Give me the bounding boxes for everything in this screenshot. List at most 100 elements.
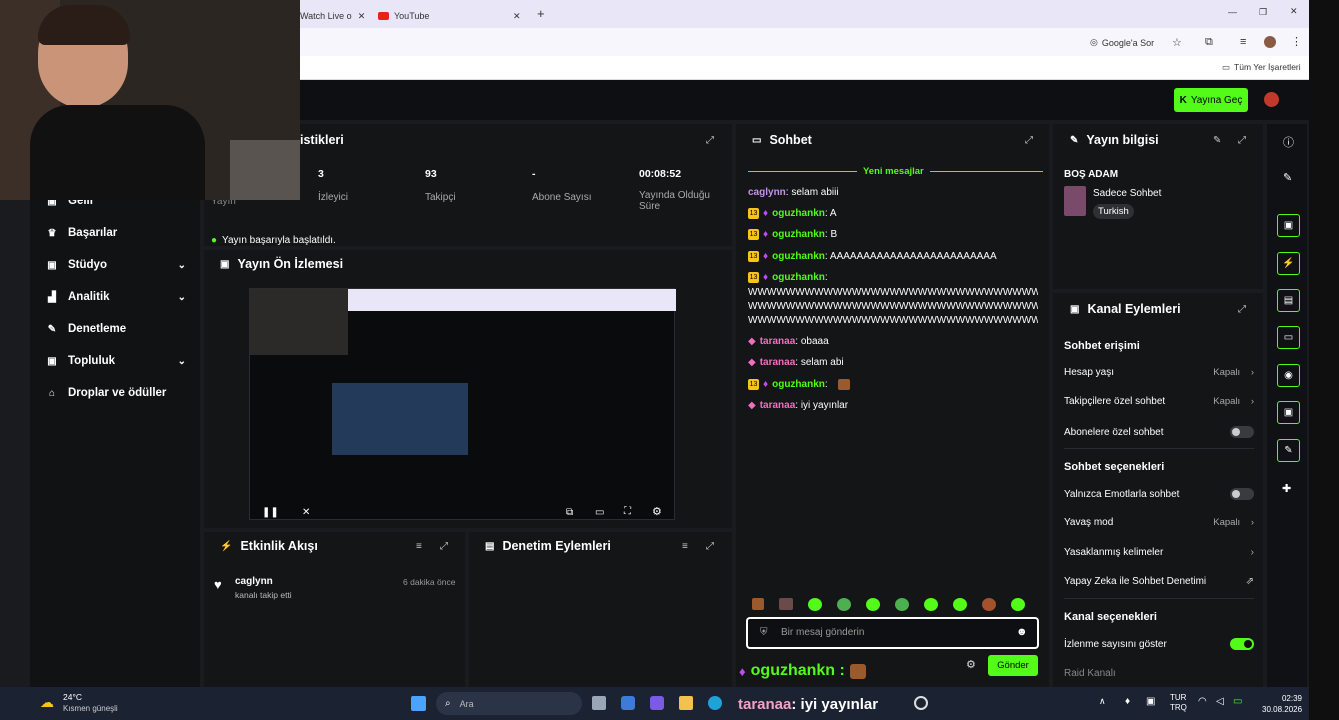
play-circle-icon[interactable]: ◉ [1277,364,1300,387]
banned-words-row[interactable]: Yasaklanmış kelimeler › [1064,547,1254,558]
emote-icon[interactable] [808,598,822,611]
chat-bubble-icon[interactable]: ▭ [1277,326,1300,349]
chat-username[interactable]: oguzhankn [772,251,825,262]
send-button[interactable]: Gönder [988,655,1038,676]
emote-icon[interactable] [895,598,909,611]
settings-icon[interactable]: ⚙ [652,505,662,518]
expand-icon[interactable]: ⤢ [706,541,714,552]
show-viewers-toggle[interactable] [1230,638,1254,650]
expand-icon[interactable]: ⤢ [1025,135,1033,146]
settings-icon[interactable]: ⚙ [966,658,976,671]
tray-icon[interactable]: ▣ [1146,696,1155,707]
emote-icon[interactable] [982,598,996,611]
video-icon[interactable]: ▣ [1277,214,1300,237]
chat-username[interactable]: taranaa [760,336,796,347]
sidebar-item-achievements[interactable]: ♛ Başarılar [46,223,186,243]
menu-icon[interactable]: ⋮ [1291,35,1302,48]
expand-icon[interactable]: ⤢ [1238,304,1246,315]
expand-icon[interactable]: ⤢ [1238,135,1246,146]
chat-username[interactable]: oguzhankn [772,229,825,240]
chat-username[interactable]: taranaa [760,357,796,368]
weather-temp[interactable]: 24°C [63,692,82,702]
emote-icon[interactable] [1011,598,1025,611]
copilot-icon[interactable] [650,696,664,710]
document-icon[interactable]: ▤ [1277,289,1300,312]
app-icon[interactable] [621,696,635,710]
mic-tray-icon[interactable]: ♦ [1125,696,1130,707]
followers-only-row[interactable]: Takipçilere özel sohbet Kapalı › [1064,396,1254,407]
sidebar-item-drops[interactable]: ⌂ Droplar ve ödüller [46,383,186,403]
chat-username[interactable]: taranaa [760,400,796,411]
puzzle-icon[interactable]: ✚ [1282,482,1291,495]
emote-icon[interactable] [779,598,793,610]
windows-start-icon[interactable] [411,696,426,711]
all-bookmarks[interactable]: ▭ Tüm Yer İşaretleri [1222,62,1301,73]
sidebar-item-community[interactable]: ▣ Topluluk ⌄ [46,351,186,371]
sidebar-item-moderation[interactable]: ✎ Denetleme [46,319,186,339]
close-icon[interactable]: ✕ [513,11,521,22]
mute-icon[interactable]: ✕ [302,507,310,518]
volume-icon[interactable]: ◁ [1216,696,1224,707]
file-explorer-icon[interactable] [679,696,693,710]
expand-icon[interactable]: ⤢ [706,135,714,146]
edit-icon[interactable]: ✎ [1213,135,1221,146]
emote-only-toggle[interactable] [1230,488,1254,500]
fullscreen-icon[interactable]: ⛶ [624,506,631,517]
lightning-icon[interactable]: ⚡ [1277,252,1300,275]
close-icon[interactable]: ✕ [358,11,366,22]
pip-icon[interactable]: ⧉ [566,507,573,518]
chat-username[interactable]: oguzhankn [772,208,825,219]
pause-icon[interactable]: ❚❚ [262,507,279,518]
theater-icon[interactable]: ▭ [595,507,604,518]
extensions-icon[interactable]: ⧉ [1205,36,1213,49]
stream-category[interactable]: Sadece Sohbet [1093,188,1161,199]
emoji-icon[interactable]: ☻ [1016,626,1028,638]
taskbar-search[interactable]: ⌕ Ara [436,692,582,715]
browser-tab-youtube[interactable]: YouTube ✕ [378,5,528,27]
chat-username[interactable]: oguzhankn [772,379,825,390]
wifi-icon[interactable]: ◠ [1198,696,1207,707]
raid-row[interactable]: Raid Kanalı [1064,668,1254,679]
edit-icon[interactable]: ✎ [1283,171,1292,184]
edge-icon[interactable] [708,696,722,710]
maximize-button[interactable]: ❐ [1259,7,1267,18]
star-icon[interactable]: ☆ [1172,36,1182,49]
chat-username[interactable]: oguzhankn [772,272,825,283]
profile-avatar[interactable] [1264,36,1276,48]
info-icon[interactable]: ⓘ [1283,134,1294,150]
chevron-up-icon[interactable]: ∧ [1099,696,1106,707]
account-age-row[interactable]: Hesap yaşı Kapalı › [1064,367,1254,378]
clock[interactable]: 02:39 30.08.2026 [1262,693,1302,715]
new-tab-button[interactable]: + [537,6,545,21]
google-lens-button[interactable]: ◎ Google'a Sor [1090,37,1154,48]
emote-icon[interactable] [866,598,880,611]
expand-icon[interactable]: ⤢ [440,541,448,552]
sidebar-item-analytics[interactable]: ▟ Analitik ⌄ [46,287,186,307]
filter-icon[interactable]: ≡ [682,541,688,552]
emote-icon[interactable] [837,598,851,611]
minimize-button[interactable]: — [1228,7,1237,17]
ai-moderation-row[interactable]: Yapay Zeka ile Sohbet Denetimi ⇗ [1064,576,1254,587]
stream-preview-video[interactable]: ❚❚ ✕ ⧉ ▭ ⛶ ⚙ [249,288,676,520]
emote-icon[interactable] [924,598,938,611]
media-icon[interactable]: ≡ [1240,36,1246,48]
filter-icon[interactable]: ≡ [416,541,422,552]
chat-username[interactable]: caglynn [748,187,786,198]
user-avatar[interactable] [1264,92,1279,107]
wrench-icon[interactable]: ✎ [1277,439,1300,462]
channel-icon[interactable]: ▣ [1277,401,1300,424]
activity-user[interactable]: caglynn [235,576,273,587]
close-window-button[interactable]: ✕ [1290,6,1298,17]
emote-icon[interactable] [953,598,967,611]
obs-icon[interactable] [914,696,928,710]
browser-tab[interactable]: Watch Live o ✕ [300,5,368,27]
subs-only-toggle[interactable] [1230,426,1254,438]
go-live-button[interactable]: K Yayına Geç [1174,88,1248,112]
slow-mode-row[interactable]: Yavaş mod Kapalı › [1064,517,1254,528]
language-indicator[interactable]: TUR TRQ [1170,693,1187,713]
task-view-icon[interactable] [592,696,606,710]
chat-input[interactable]: ⛨ Bir mesaj gönderin ☻ [746,617,1039,649]
emote-icon[interactable] [752,598,764,610]
battery-icon[interactable]: ▭ [1233,696,1242,707]
sidebar-item-studio[interactable]: ▣ Stüdyo ⌄ [46,255,186,275]
